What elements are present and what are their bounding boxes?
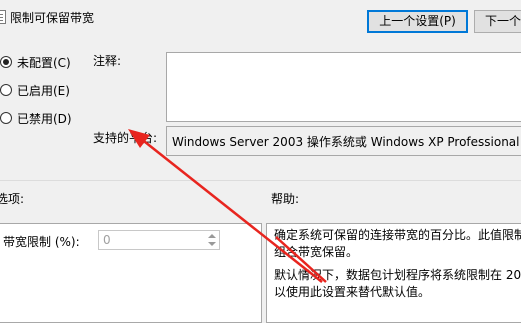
help-line: 以使用此设置来替代默认值。 (274, 285, 431, 299)
help-line: 默认情况下，数据包计划程序将系统限制在 20 (274, 268, 521, 282)
supported-label: 支持的平台: (93, 131, 158, 145)
spin-buttons[interactable] (207, 232, 217, 248)
radio-label: 已启用(E) (17, 83, 70, 98)
help-text: 确定系统可保留的连接带宽的百分比。此值限制 组合带宽保留。 默认情况下，数据包计… (274, 227, 521, 301)
help-line: 组合带宽保留。 (274, 245, 359, 259)
bandwidth-limit-spinbox[interactable]: 0 (98, 230, 220, 250)
bandwidth-limit-label: 带宽限制 (%): (3, 235, 80, 249)
radio-disabled[interactable]: 已禁用(D) (0, 109, 72, 127)
radio-indicator[interactable] (0, 112, 12, 124)
supported-platforms-text: Windows Server 2003 操作系统或 Windows XP Pro… (172, 135, 521, 149)
help-section-label: 帮助: (271, 192, 300, 206)
radio-indicator[interactable] (0, 84, 12, 96)
help-line: 确定系统可保留的连接带宽的百分比。此值限制 (274, 228, 521, 242)
options-section-label: 选项: (0, 192, 25, 206)
spin-up-icon[interactable] (208, 234, 216, 238)
radio-enabled[interactable]: 已启用(E) (0, 81, 70, 99)
comment-label: 注释: (93, 54, 122, 68)
previous-setting-button[interactable]: 上一个设置(P) (367, 10, 468, 33)
radio-not-configured[interactable]: 未配置(C) (0, 53, 71, 71)
policy-icon (0, 10, 6, 24)
section-divider (0, 180, 521, 181)
radio-label: 已禁用(D) (17, 111, 72, 126)
next-setting-button[interactable]: 下一个 (474, 10, 521, 33)
radio-indicator[interactable] (0, 56, 12, 68)
window-title: 限制可保留带宽 (10, 11, 95, 25)
supported-platforms-box: Windows Server 2003 操作系统或 Windows XP Pro… (166, 126, 521, 156)
spin-down-icon[interactable] (208, 242, 216, 246)
comment-textarea[interactable] (166, 52, 521, 122)
radio-label: 未配置(C) (17, 55, 71, 70)
bandwidth-limit-value: 0 (103, 233, 111, 247)
